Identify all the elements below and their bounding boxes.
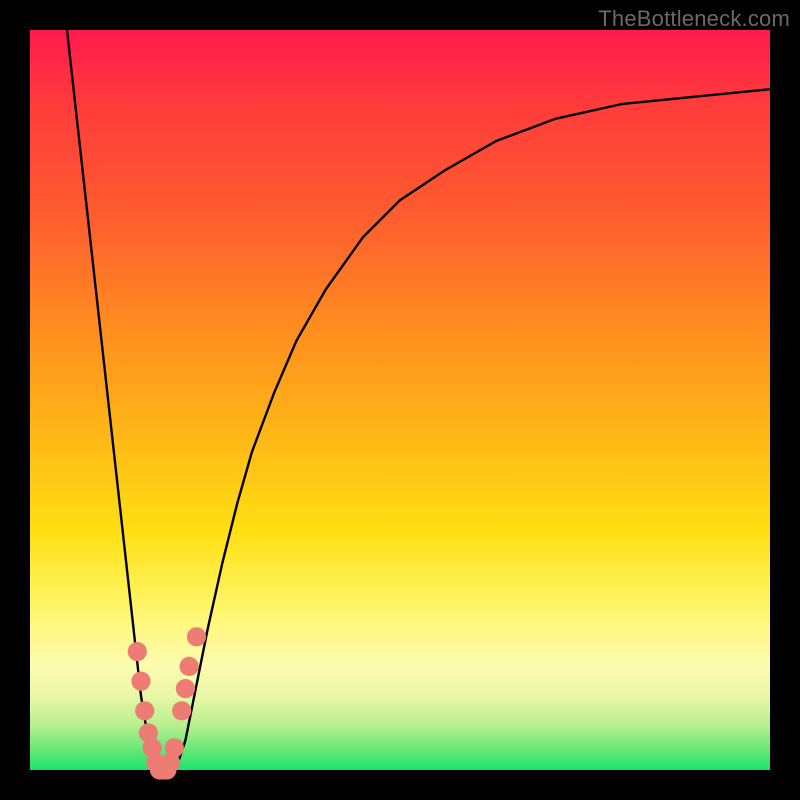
highlight-dot: [165, 738, 184, 757]
highlight-dot: [172, 701, 191, 720]
chart-frame: TheBottleneck.com: [0, 0, 800, 800]
highlight-dot: [187, 627, 206, 646]
watermark-text: TheBottleneck.com: [598, 6, 790, 32]
highlight-dot: [131, 672, 150, 691]
highlight-dot: [128, 642, 147, 661]
plot-area: [30, 30, 770, 770]
highlight-dots-group: [128, 627, 206, 779]
bottleneck-curve: [67, 30, 770, 770]
highlight-dot: [135, 701, 154, 720]
chart-svg: [30, 30, 770, 770]
highlight-dot: [176, 679, 195, 698]
highlight-dot: [180, 657, 199, 676]
